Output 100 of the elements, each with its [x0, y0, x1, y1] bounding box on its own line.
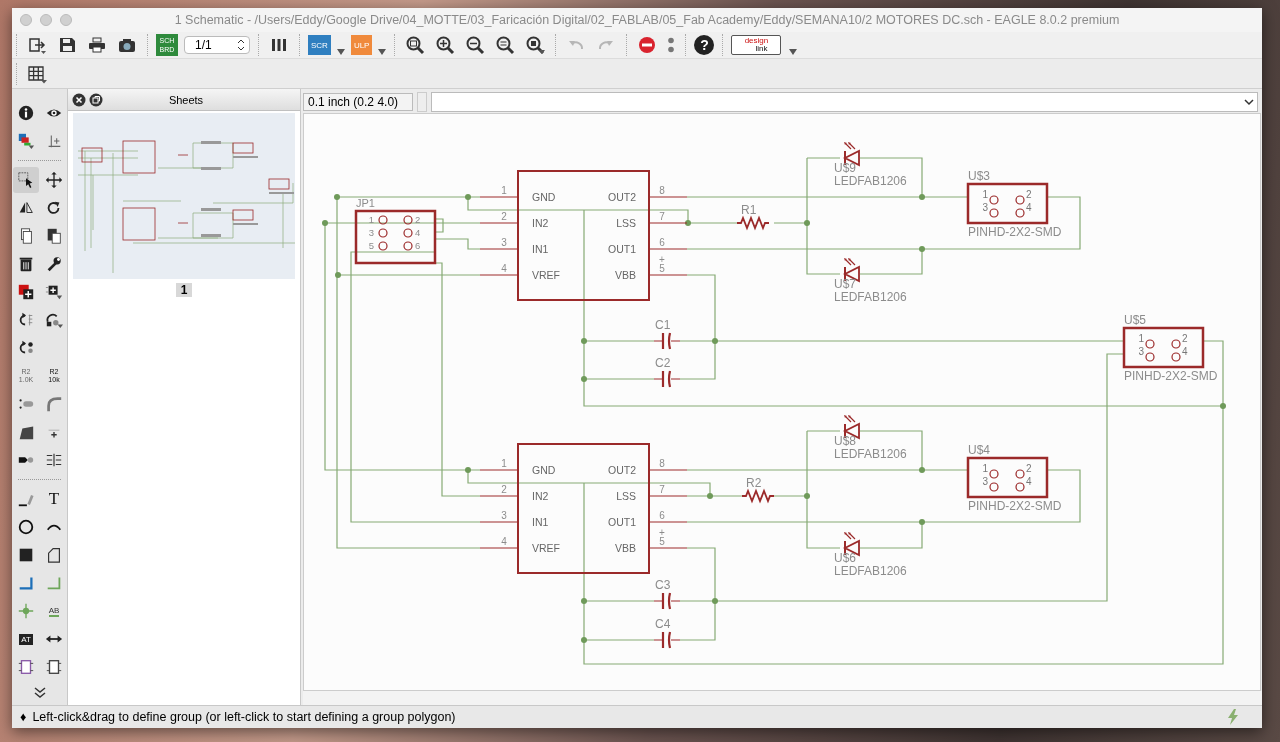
part-value: LEDFAB1206 [834, 174, 907, 188]
text-tool[interactable]: T [41, 486, 67, 512]
pin-number: 1 [982, 189, 988, 200]
command-field[interactable] [431, 92, 1258, 112]
pin-name: LSS [616, 490, 636, 502]
pin-number: 1 [982, 463, 988, 474]
part-value: LEDFAB1206 [834, 290, 907, 304]
part-value: LEDFAB1206 [834, 447, 907, 461]
pin-name: OUT2 [608, 191, 636, 203]
pin-number: 3 [501, 510, 507, 521]
wrench-icon [45, 255, 63, 273]
pin-number: 7 [659, 211, 665, 222]
junction-dot [1220, 403, 1226, 409]
part-value: LEDFAB1206 [834, 564, 907, 578]
pin-number: 2 [1026, 189, 1032, 200]
junction-dot [581, 637, 587, 643]
zoom-in-icon [435, 35, 456, 55]
grip-handle[interactable] [417, 92, 427, 112]
close-icon[interactable] [72, 92, 86, 107]
junction-dot [707, 493, 713, 499]
pin-number: 6 [659, 237, 665, 248]
part-label: U$7 [834, 277, 856, 291]
pin-number: 5 [659, 536, 665, 547]
pin-name: OUT1 [608, 243, 636, 255]
sheet-select-field[interactable]: 1/1 [184, 36, 250, 54]
stepper-icon [237, 39, 245, 51]
polarity-mark: + [659, 254, 665, 265]
part-label: U$4 [968, 443, 990, 457]
chevron-down-icon[interactable] [32, 687, 47, 699]
horizontal-scrollbar[interactable] [303, 691, 1262, 705]
pin-name: LSS [616, 217, 636, 229]
pin-number: 3 [982, 476, 988, 487]
circle-icon [17, 518, 35, 536]
pin-number: 7 [659, 484, 665, 495]
selection-icon [17, 171, 35, 189]
pin-number: 1 [368, 214, 374, 225]
frame-icon [45, 658, 63, 676]
dots-icon [667, 35, 676, 55]
zoom-menu-icon [525, 35, 546, 55]
junction-dot [919, 467, 925, 473]
info-icon [17, 104, 35, 122]
sheet-number[interactable]: 1 [175, 283, 193, 297]
part-value: PINHD-2X2-SMD [1124, 369, 1218, 383]
part-label: U$9 [834, 161, 856, 175]
capacitor-symbol [653, 332, 681, 350]
junction-dot [919, 519, 925, 525]
label-tool[interactable]: AB [41, 598, 67, 624]
pin-number: 4 [415, 227, 421, 238]
coordinate-display: 0.1 inch (0.2 4.0) [303, 93, 413, 111]
script-button[interactable]: SCR [308, 35, 331, 55]
pin-name: VBB [615, 542, 636, 554]
junction-dot [581, 598, 587, 604]
junction-icon [17, 602, 35, 620]
pin-number: 3 [1138, 346, 1144, 357]
chevron-down-icon[interactable] [1244, 97, 1254, 107]
pin-number: 3 [501, 237, 507, 248]
dropdown-arrow-icon[interactable] [378, 49, 387, 55]
detach-icon[interactable] [89, 92, 103, 107]
junction-dot [335, 272, 341, 278]
part-label: C4 [655, 617, 671, 631]
capacitor-symbol [653, 370, 681, 388]
part-value: PINHD-2X2-SMD [968, 225, 1062, 239]
pin-number: 3 [982, 202, 988, 213]
attribute-tool[interactable]: AT [13, 626, 39, 652]
pin-number: 2 [1182, 333, 1188, 344]
pin-number: 2 [415, 214, 421, 225]
part-label: JP1 [356, 197, 375, 209]
pin-name: IN2 [532, 217, 549, 229]
junction-dot [804, 220, 810, 226]
pin-name: GND [532, 191, 556, 203]
dropdown-arrow-icon[interactable] [336, 49, 345, 55]
part-label: C2 [655, 356, 671, 370]
zoom-fit-icon [405, 35, 426, 55]
part-label: R2 [746, 476, 762, 490]
junction-dot [919, 194, 925, 200]
help-button[interactable]: ? [694, 35, 715, 55]
pin-name: IN1 [532, 243, 549, 255]
pin-number: 8 [659, 185, 665, 196]
polarity-mark: + [659, 527, 665, 538]
pin-name: VBB [615, 269, 636, 281]
move-icon [45, 171, 63, 189]
pin-number: 4 [1026, 202, 1032, 213]
zoom-select-icon [495, 35, 516, 55]
design-link-button[interactable]: design link [731, 35, 782, 55]
zoom-out-icon [465, 35, 486, 55]
junction-dot [322, 220, 328, 226]
pin-number: 6 [659, 510, 665, 521]
junction-dot [685, 220, 691, 226]
pin-name: GND [532, 464, 556, 476]
replace-icon [45, 283, 63, 301]
window-title: 1 Schematic - /Users/Eddy/Google Drive/04_MOTTE/03_Faricación Digital/02_FABLAB/05_Fab Academy/Eddy/SEMANA10/2 MOTORES DC.sch - EAGLE 8.0.2 premium [173, 13, 1121, 27]
frame-icon [17, 658, 35, 676]
pin-number: 1 [1138, 333, 1144, 344]
dropdown-arrow-icon[interactable] [789, 49, 798, 55]
group-tool[interactable] [13, 167, 39, 193]
part-label: R1 [741, 203, 757, 217]
capacitor-symbol [653, 592, 681, 610]
invoke-icon [45, 311, 63, 329]
status-icon: ♦ [20, 710, 27, 724]
pin-number: 3 [368, 227, 374, 238]
